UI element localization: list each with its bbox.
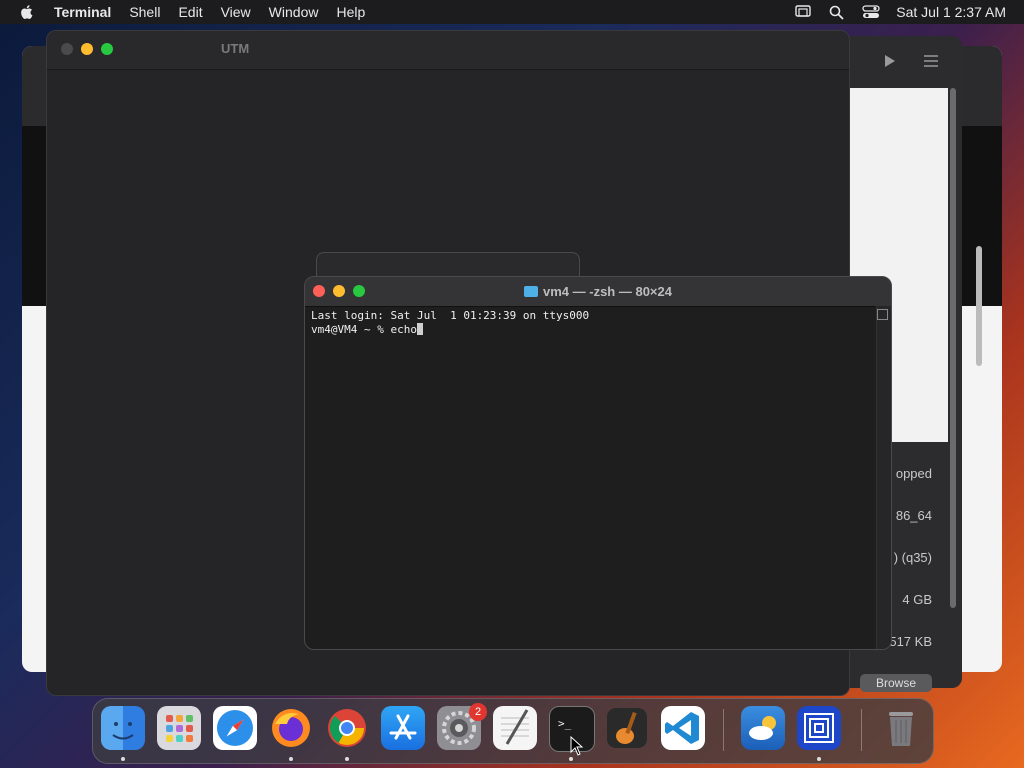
vm-machine: ) (q35) xyxy=(893,550,932,565)
menu-clock[interactable]: Sat Jul 1 2:37 AM xyxy=(896,4,1006,20)
chrome-running-indicator xyxy=(345,757,349,761)
menu-view[interactable]: View xyxy=(221,4,251,20)
apple-icon[interactable] xyxy=(18,3,36,21)
settings-notification-badge: 2 xyxy=(469,703,487,721)
folder-icon xyxy=(524,286,538,297)
utm-running-indicator xyxy=(817,757,821,761)
utm-minimize-button[interactable] xyxy=(81,43,93,55)
dock: 2 >_ xyxy=(92,698,934,764)
garageband-icon[interactable] xyxy=(605,706,649,750)
split-pane-icon[interactable] xyxy=(877,309,888,320)
last-login-line: Last login: Sat Jul 1 01:23:39 on ttys00… xyxy=(311,309,590,322)
terminal-window[interactable]: vm4 — -zsh — 80×24 Last login: Sat Jul 1… xyxy=(304,276,892,650)
play-icon[interactable] xyxy=(880,52,898,70)
browse-button[interactable]: Browse xyxy=(860,674,932,692)
trash-icon[interactable] xyxy=(879,706,923,750)
vm-status: opped xyxy=(895,466,932,481)
vm-architecture: 86_64 xyxy=(895,508,932,523)
spotlight-search-icon[interactable] xyxy=(828,4,846,20)
app-store-icon[interactable] xyxy=(381,706,425,750)
firefox-icon[interactable] xyxy=(269,706,313,750)
text-cursor xyxy=(416,323,423,335)
weather-icon[interactable] xyxy=(741,706,785,750)
browser-scrollbar[interactable] xyxy=(976,246,982,366)
details-scrollbar[interactable] xyxy=(950,88,956,608)
terminal-running-indicator xyxy=(569,757,573,761)
svg-text:>_: >_ xyxy=(558,717,572,730)
vscode-icon[interactable] xyxy=(661,706,705,750)
terminal-output[interactable]: Last login: Sat Jul 1 01:23:39 on ttys00… xyxy=(311,309,589,337)
utm-app-icon[interactable] xyxy=(797,706,841,750)
menu-help[interactable]: Help xyxy=(336,4,365,20)
vm-memory: 4 GB xyxy=(902,592,932,607)
command-input[interactable]: echo xyxy=(390,323,417,336)
control-center-icon[interactable] xyxy=(862,4,880,20)
dock-separator-trash xyxy=(861,709,862,751)
menu-shell[interactable]: Shell xyxy=(129,4,160,20)
finder-running-indicator xyxy=(121,757,125,761)
launchpad-icon[interactable] xyxy=(157,706,201,750)
terminal-title: vm4 — -zsh — 80×24 xyxy=(305,284,891,299)
menu-edit[interactable]: Edit xyxy=(178,4,202,20)
mouse-pointer-icon xyxy=(570,736,584,756)
menu-bar: Terminal Shell Edit View Window Help Sat… xyxy=(0,0,1024,24)
prompt: vm4@VM4 ~ % xyxy=(311,323,391,336)
screen-mirroring-icon[interactable] xyxy=(794,4,812,20)
textedit-icon[interactable] xyxy=(493,706,537,750)
terminal-titlebar: vm4 — -zsh — 80×24 xyxy=(305,277,891,307)
vm-size: 517 KB xyxy=(889,634,932,649)
utm-window-title: UTM xyxy=(221,41,250,56)
utm-close-button[interactable] xyxy=(61,43,73,55)
finder-icon[interactable] xyxy=(101,706,145,750)
utm-titlebar: UTM xyxy=(47,31,849,70)
menu-window[interactable]: Window xyxy=(269,4,319,20)
safari-icon[interactable] xyxy=(213,706,257,750)
firefox-running-indicator xyxy=(289,757,293,761)
chrome-icon[interactable] xyxy=(325,706,369,750)
utm-zoom-button[interactable] xyxy=(101,43,113,55)
dock-separator xyxy=(723,709,724,751)
settings-sliders-icon[interactable] xyxy=(922,52,940,70)
terminal-scrollbar[interactable] xyxy=(876,306,891,649)
menu-app-terminal[interactable]: Terminal xyxy=(54,4,111,20)
